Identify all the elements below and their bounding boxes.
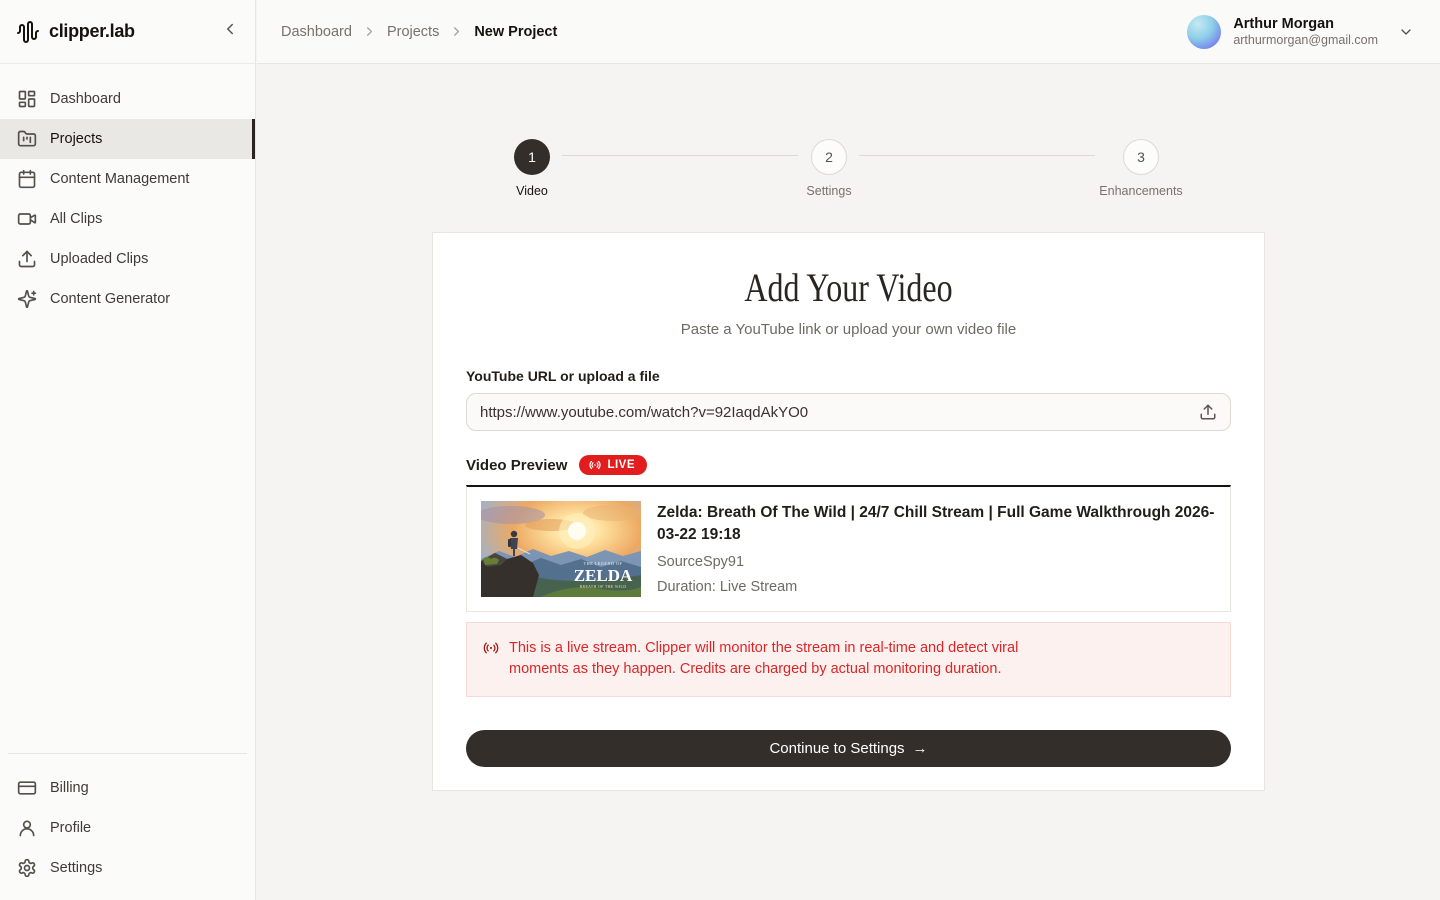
preview-header: Video Preview LIVE [466, 455, 1231, 475]
user-icon [17, 818, 37, 838]
step-1-circle: 1 [514, 139, 550, 175]
video-channel: SourceSpy91 [657, 554, 1216, 570]
warning-text: This is a live stream. Clipper will moni… [509, 638, 1061, 681]
video-duration: Duration: Live Stream [657, 579, 1216, 595]
sidebar-item-all-clips[interactable]: All Clips [0, 199, 255, 239]
sidebar-item-label: Content Generator [50, 291, 170, 307]
app-root: clipper.lab Dashboard Projects [0, 0, 1440, 900]
preview-label: Video Preview [466, 457, 567, 474]
thumb-brand: ZELDA [574, 566, 633, 585]
user-meta: Arthur Morgan arthurmorgan@gmail.com [1233, 15, 1378, 49]
add-video-card: Add Your Video Paste a YouTube link or u… [432, 232, 1265, 791]
breadcrumb: Dashboard Projects New Project [281, 24, 557, 40]
step-2-label: Settings [749, 184, 909, 198]
brand-name: clipper.lab [49, 21, 135, 42]
sidebar-collapse-button[interactable] [221, 20, 239, 43]
chevron-down-icon [1398, 24, 1414, 40]
user-menu[interactable]: Arthur Morgan arthurmorgan@gmail.com [1187, 15, 1414, 49]
sidebar: clipper.lab Dashboard Projects [0, 0, 256, 900]
dashboard-icon [17, 89, 37, 109]
sidebar-item-label: Dashboard [50, 91, 121, 107]
thumb-brand-sub: BREATH OF THE WILD [580, 585, 627, 589]
step-2-circle: 2 [811, 139, 847, 175]
sidebar-item-content-management[interactable]: Content Management [0, 159, 255, 199]
sidebar-item-label: Projects [50, 131, 102, 147]
sidebar-item-label: Billing [50, 780, 89, 796]
chevron-right-icon [449, 24, 464, 39]
sidebar-item-content-generator[interactable]: Content Generator [0, 279, 255, 319]
video-info: Zelda: Breath Of The Wild | 24/7 Chill S… [657, 501, 1216, 597]
step-1-label: Video [452, 184, 612, 198]
step-number: 1 [528, 149, 536, 165]
video-camera-icon [17, 209, 37, 229]
sidebar-item-uploaded-clips[interactable]: Uploaded Clips [0, 239, 255, 279]
sidebar-item-label: Uploaded Clips [50, 251, 148, 267]
credit-card-icon [17, 778, 37, 798]
sidebar-item-label: Content Management [50, 171, 189, 187]
chevron-left-icon [221, 20, 239, 43]
live-stream-warning: This is a live stream. Clipper will moni… [466, 622, 1231, 697]
broadcast-icon [589, 459, 601, 471]
video-title: Zelda: Breath Of The Wild | 24/7 Chill S… [657, 502, 1216, 545]
breadcrumb-current: New Project [474, 24, 557, 40]
page-subtitle: Paste a YouTube link or upload your own … [466, 321, 1231, 338]
sidebar-footer: Billing Profile Settings [0, 753, 255, 900]
step-connector [562, 155, 798, 156]
sidebar-item-settings[interactable]: Settings [0, 848, 255, 888]
arrow-right-icon: → [913, 740, 928, 757]
user-name: Arthur Morgan [1233, 15, 1378, 33]
live-badge-label: LIVE [607, 459, 635, 471]
page-title: Add Your Video [543, 265, 1155, 311]
sparkles-icon [17, 289, 37, 309]
step-connector [859, 155, 1095, 156]
url-field [466, 393, 1231, 431]
breadcrumb-projects[interactable]: Projects [387, 24, 439, 40]
sidebar-item-profile[interactable]: Profile [0, 808, 255, 848]
upload-file-button[interactable] [1199, 403, 1217, 421]
gear-icon [17, 858, 37, 878]
topbar: Dashboard Projects New Project Arthur Mo… [257, 0, 1440, 64]
broadcast-icon [483, 640, 499, 656]
folder-icon [17, 129, 37, 149]
chevron-right-icon [362, 24, 377, 39]
sidebar-item-label: All Clips [50, 211, 102, 227]
calendar-icon [17, 169, 37, 189]
sidebar-nav: Dashboard Projects Content Management Al… [0, 64, 255, 753]
sidebar-item-label: Profile [50, 820, 91, 836]
url-field-label: YouTube URL or upload a file [466, 368, 1231, 384]
step-3-circle: 3 [1123, 139, 1159, 175]
sidebar-item-projects[interactable]: Projects [0, 119, 255, 159]
sidebar-item-billing[interactable]: Billing [0, 768, 255, 808]
main-area: 1 Video 2 Settings 3 Enhancements Add Yo… [257, 65, 1440, 900]
breadcrumb-dashboard[interactable]: Dashboard [281, 24, 352, 40]
continue-button-label: Continue to Settings [769, 740, 904, 757]
user-email: arthurmorgan@gmail.com [1233, 33, 1378, 49]
step-number: 3 [1137, 149, 1145, 165]
step-3-label: Enhancements [1061, 184, 1221, 198]
video-thumbnail: THE LEGEND OF ZELDA BREATH OF THE WILD [481, 501, 641, 597]
upload-icon [17, 249, 37, 269]
waveform-icon [16, 20, 40, 44]
sidebar-divider [8, 753, 247, 754]
avatar [1187, 15, 1221, 49]
live-badge: LIVE [579, 455, 647, 475]
step-number: 2 [825, 149, 833, 165]
sidebar-item-label: Settings [50, 860, 102, 876]
brand-logo: clipper.lab [16, 20, 135, 44]
youtube-url-input[interactable] [480, 404, 1189, 421]
sidebar-item-dashboard[interactable]: Dashboard [0, 79, 255, 119]
continue-to-settings-button[interactable]: Continue to Settings → [466, 730, 1231, 767]
sidebar-header: clipper.lab [0, 0, 255, 64]
video-preview-card: THE LEGEND OF ZELDA BREATH OF THE WILD Z… [466, 485, 1231, 612]
